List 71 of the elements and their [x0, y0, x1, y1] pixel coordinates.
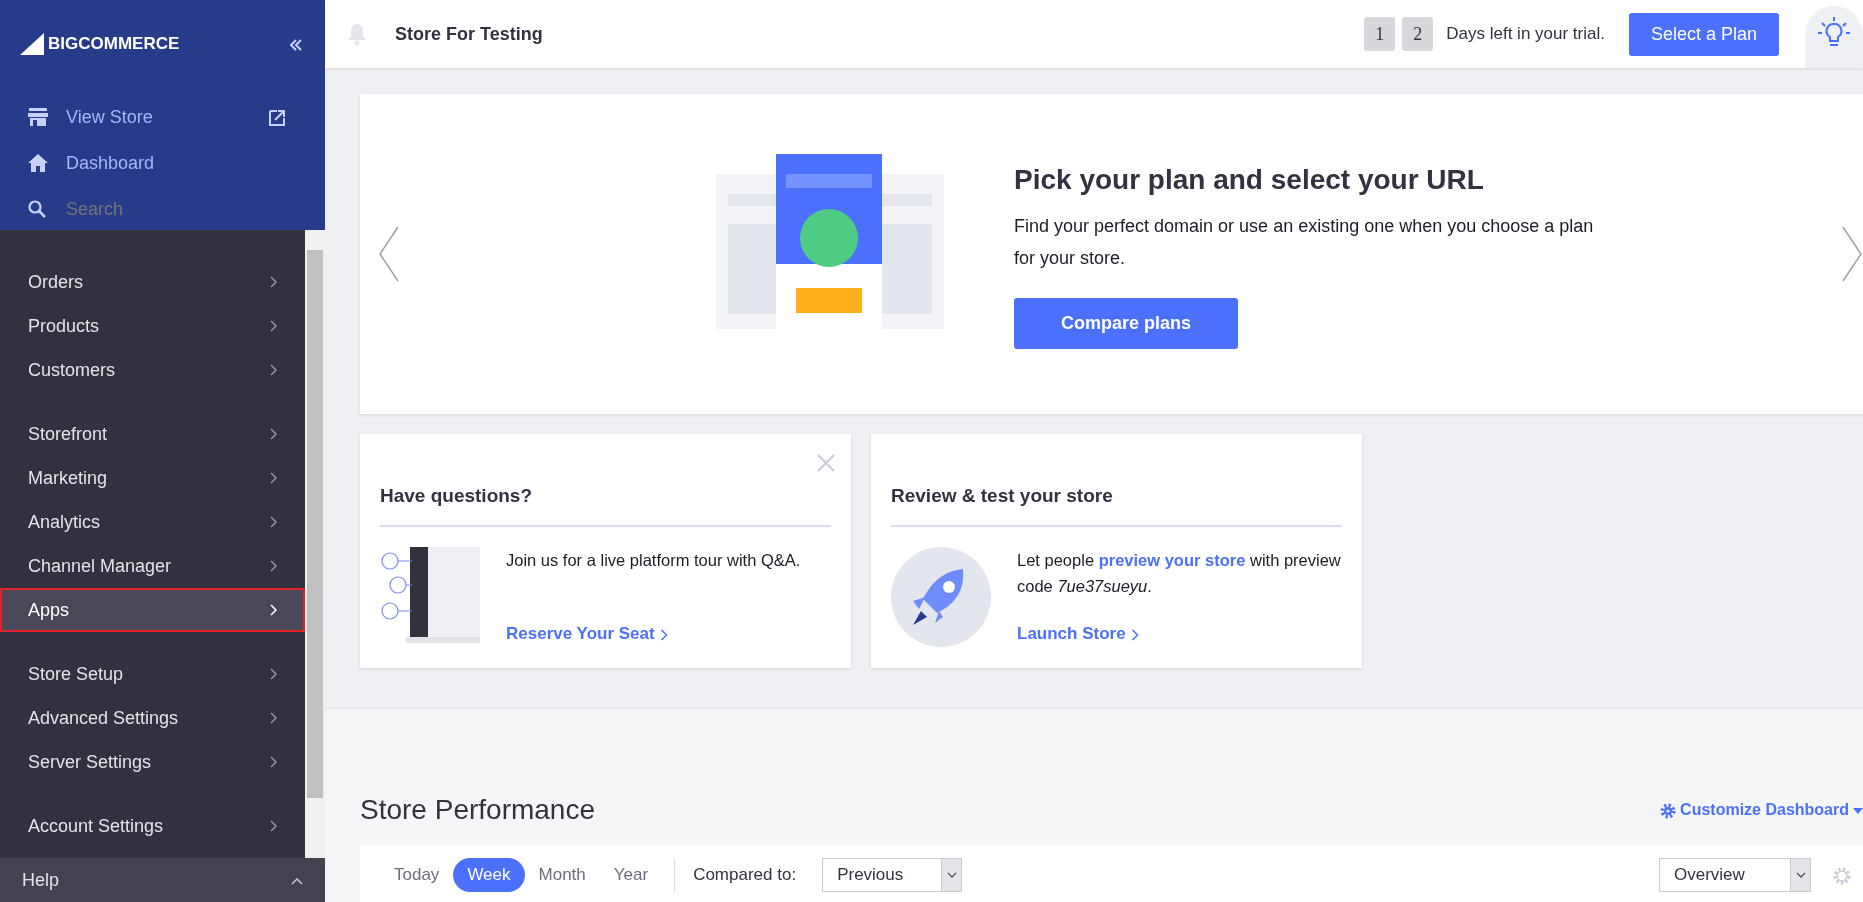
chevron-up-icon[interactable]	[291, 876, 303, 885]
chevron-right-icon	[269, 756, 277, 768]
chevron-right-icon	[269, 276, 277, 288]
triangle-logo-icon	[20, 33, 44, 55]
chevron-right-icon	[269, 668, 277, 680]
view-select[interactable]: Overview	[1659, 858, 1811, 892]
store-name: Store For Testing	[395, 22, 543, 46]
compared-label: Compared to:	[693, 864, 797, 887]
chevron-right-icon	[269, 364, 277, 376]
sidebar-item[interactable]: Storefront	[0, 412, 305, 456]
sidebar-item[interactable]: Marketing	[0, 456, 305, 500]
close-icon[interactable]	[817, 453, 835, 472]
collapse-icon[interactable]	[289, 37, 303, 52]
sidebar-item[interactable]: Channel Manager	[0, 544, 305, 588]
sidebar-item[interactable]: Account Settings	[0, 804, 305, 848]
sidebar-link[interactable]: View Store	[66, 103, 153, 131]
sidebar-item[interactable]: Store Setup	[0, 652, 305, 696]
period-tab[interactable]: Month	[524, 858, 600, 892]
search-field[interactable]: Search	[64, 194, 264, 224]
caret-down-icon	[1795, 872, 1806, 878]
card-link[interactable]: Launch Store	[1017, 621, 1342, 647]
section-title: Store Performance	[360, 793, 595, 827]
sidebar-item[interactable]: Analytics	[0, 500, 305, 544]
external-link-icon[interactable]	[269, 109, 285, 126]
sidebar-item[interactable]: Advanced Settings	[0, 696, 305, 740]
card-text: Let people preview your store with preview code 7ue37sueyu.	[1017, 549, 1342, 597]
compare-plans-button[interactable]: Compare plans	[1014, 298, 1238, 349]
chevron-right-icon	[1130, 628, 1140, 641]
brand-logo[interactable]: BIGCOMMERCE	[48, 26, 180, 62]
compared-select[interactable]: Previous	[822, 858, 963, 892]
customize-dashboard-link[interactable]: Customize Dashboard	[1659, 798, 1849, 822]
chevron-right-icon	[269, 516, 277, 528]
chevron-right-icon	[269, 560, 277, 572]
chevron-right-icon	[269, 428, 277, 440]
help-label[interactable]: Help	[22, 866, 60, 894]
sidebar-item[interactable]: Orders	[0, 260, 305, 304]
period-tab[interactable]: Year	[599, 858, 663, 892]
card-link[interactable]: Reserve Your Seat	[506, 621, 801, 647]
chevron-right-icon	[269, 712, 277, 724]
sidebar-link[interactable]: Dashboard	[66, 149, 155, 177]
sidebar-item[interactable]: Server Settings	[0, 740, 305, 784]
gear-icon	[1659, 802, 1676, 819]
caret-down-icon[interactable]	[1853, 807, 1863, 814]
sidebar-item[interactable]: Products	[0, 304, 305, 348]
chevron-right-icon	[269, 820, 277, 832]
chevron-right-icon	[269, 604, 277, 616]
trial-day-digit: 1	[1364, 17, 1396, 51]
card-title: Have questions?	[380, 454, 831, 527]
sidebar-item[interactable]: Apps	[0, 588, 305, 632]
select-plan-button[interactable]: Select a Plan	[1629, 12, 1779, 56]
chevron-right-icon	[269, 320, 277, 332]
card-text: Join us for a live platform tour with Q&A.	[506, 549, 801, 571]
banner-text: Find your perfect domain or use an existing one when you choose a plan for your store.	[1014, 215, 1595, 270]
search-icon	[28, 200, 46, 218]
period-tab[interactable]: Week	[453, 858, 525, 892]
caret-down-icon	[946, 872, 957, 878]
tips-tab[interactable]	[1805, 6, 1863, 68]
storefront-icon	[28, 108, 48, 126]
card-title: Review & test your store	[891, 454, 1342, 527]
banner-title: Pick your plan and select your URL	[1014, 163, 1485, 197]
home-icon	[28, 154, 48, 172]
rocket-icon	[891, 546, 991, 647]
chevron-left-icon[interactable]	[378, 226, 400, 282]
chevron-right-icon[interactable]	[1841, 226, 1863, 282]
trial-text: Days left in your trial.	[1446, 23, 1605, 46]
chevron-right-icon	[659, 628, 669, 641]
scrollbar[interactable]	[305, 230, 325, 858]
sidebar-item[interactable]: Customers	[0, 348, 305, 392]
chevron-right-icon	[269, 472, 277, 484]
period-tab[interactable]: Today	[380, 858, 454, 892]
trial-day-digit: 2	[1402, 17, 1434, 51]
